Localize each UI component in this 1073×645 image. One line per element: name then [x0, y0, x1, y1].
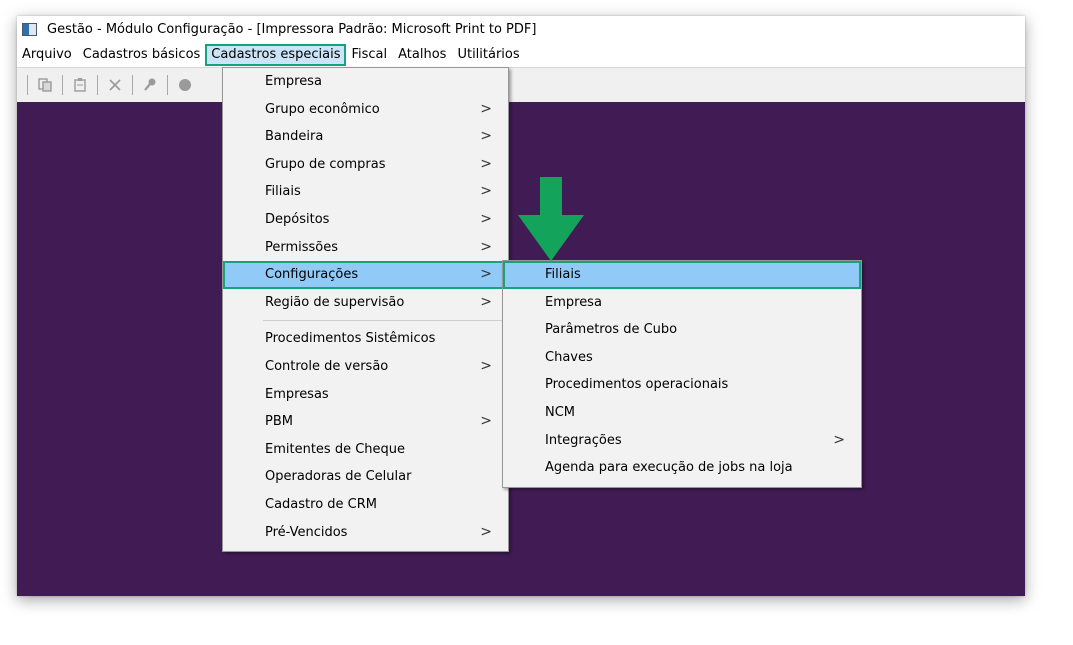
- menu-item-pre-vencidos[interactable]: Pré-Vencidos >: [223, 519, 508, 547]
- delete-icon[interactable]: [104, 74, 126, 96]
- chevron-right-icon: >: [480, 523, 492, 540]
- menu-bar: Arquivo Cadastros básicos Cadastros espe…: [17, 43, 1025, 67]
- menu-utilitarios[interactable]: Utilitários: [452, 45, 524, 65]
- toolbar-separator: [62, 75, 63, 95]
- menu-item-empresas[interactable]: Empresas: [223, 381, 508, 409]
- menu-arquivo[interactable]: Arquivo: [17, 45, 77, 65]
- menu-item-grupo-de-compras[interactable]: Grupo de compras >: [223, 151, 508, 179]
- toolbar-separator: [97, 75, 98, 95]
- chevron-right-icon: >: [480, 210, 492, 227]
- submenu-item-chaves[interactable]: Chaves: [503, 344, 861, 372]
- chevron-right-icon: >: [480, 357, 492, 374]
- menu-item-label: Permissões: [265, 239, 339, 255]
- menu-item-label: Cadastro de CRM: [265, 496, 377, 512]
- toolbar-separator: [132, 75, 133, 95]
- arrow-down-icon: [518, 177, 584, 261]
- chevron-right-icon: >: [480, 128, 492, 145]
- menu-item-label: NCM: [545, 404, 576, 420]
- menu-item-label: Operadoras de Celular: [265, 469, 412, 485]
- menu-item-bandeira[interactable]: Bandeira >: [223, 123, 508, 151]
- menu-item-depositos[interactable]: Depósitos >: [223, 206, 508, 234]
- menu-item-procedimentos-sistemicos[interactable]: Procedimentos Sistêmicos: [223, 325, 508, 353]
- menu-item-label: Controle de versão: [265, 358, 389, 374]
- title-bar[interactable]: Gestão - Módulo Configuração - [Impresso…: [17, 16, 1025, 43]
- app-icon: [22, 23, 37, 36]
- submenu-item-parametros-de-cubo[interactable]: Parâmetros de Cubo: [503, 316, 861, 344]
- menu-item-pbm[interactable]: PBM >: [223, 408, 508, 436]
- menu-item-label: Filiais: [265, 184, 301, 200]
- menu-item-label: Empresa: [265, 74, 322, 89]
- submenu-configuracoes: Filiais Empresa Parâmetros de Cubo Chave…: [502, 260, 862, 488]
- app-window: Gestão - Módulo Configuração - [Impresso…: [17, 16, 1025, 596]
- submenu-item-ncm[interactable]: NCM: [503, 399, 861, 427]
- submenu-item-empresa[interactable]: Empresa: [503, 289, 861, 317]
- menu-cadastros-basicos[interactable]: Cadastros básicos: [78, 45, 206, 65]
- menu-item-label: Procedimentos operacionais: [545, 377, 729, 393]
- menu-item-label: Emitentes de Cheque: [265, 441, 406, 457]
- menu-item-label: Parâmetros de Cubo: [545, 322, 678, 338]
- menu-item-label: Grupo econômico: [265, 101, 380, 117]
- chevron-right-icon: >: [480, 413, 492, 430]
- menu-item-label: Agenda para execução de jobs na loja: [545, 460, 793, 476]
- menu-item-cadastro-de-crm[interactable]: Cadastro de CRM: [223, 491, 508, 519]
- menu-item-empresa[interactable]: Empresa: [223, 68, 508, 96]
- menu-item-label: PBM: [265, 414, 293, 430]
- menu-item-label: Bandeira: [265, 129, 324, 145]
- menu-fiscal[interactable]: Fiscal: [346, 45, 392, 65]
- toolbar-separator: [167, 75, 168, 95]
- window-title: Gestão - Módulo Configuração - [Impresso…: [47, 22, 537, 37]
- submenu-item-filiais[interactable]: Filiais: [503, 261, 861, 289]
- menu-cadastros-especiais[interactable]: Cadastros especiais: [205, 44, 347, 66]
- chevron-right-icon: >: [833, 431, 845, 448]
- menu-item-configuracoes[interactable]: Configurações >: [223, 261, 508, 289]
- menu-item-label: Empresa: [545, 294, 602, 310]
- chevron-right-icon: >: [480, 266, 492, 283]
- chevron-right-icon: >: [480, 238, 492, 255]
- paste-icon[interactable]: [69, 74, 91, 96]
- menu-item-label: Depósitos: [265, 211, 330, 227]
- menu-item-regiao-de-supervisao[interactable]: Região de supervisão >: [223, 289, 508, 317]
- record-icon[interactable]: [174, 74, 196, 96]
- menu-item-controle-de-versao[interactable]: Controle de versão >: [223, 353, 508, 381]
- menu-item-grupo-economico[interactable]: Grupo econômico >: [223, 96, 508, 124]
- menu-item-operadoras-de-celular[interactable]: Operadoras de Celular: [223, 463, 508, 491]
- menu-item-label: Chaves: [545, 349, 593, 365]
- dropdown-cadastros-especiais: Empresa Grupo econômico > Bandeira > Grupo…: [222, 67, 509, 552]
- menu-item-label: Pré-Vencidos: [265, 524, 348, 540]
- menu-item-label: Integrações: [545, 432, 622, 448]
- menu-item-permissoes[interactable]: Permissões >: [223, 234, 508, 262]
- menu-item-label: Empresas: [265, 386, 329, 402]
- chevron-right-icon: >: [480, 100, 492, 117]
- menu-item-label: Configurações: [265, 267, 359, 283]
- menu-item-label: Procedimentos Sistêmicos: [265, 331, 436, 347]
- copy-icon[interactable]: [34, 74, 56, 96]
- chevron-right-icon: >: [480, 155, 492, 172]
- menu-item-label: Filiais: [545, 267, 581, 282]
- toolbar-separator: [27, 75, 28, 95]
- chevron-right-icon: >: [480, 183, 492, 200]
- chevron-right-icon: >: [480, 293, 492, 310]
- menu-item-emitentes-de-cheque[interactable]: Emitentes de Cheque: [223, 436, 508, 464]
- menu-separator: [263, 320, 506, 322]
- toolbar: [17, 67, 1025, 103]
- submenu-item-agenda-jobs-loja[interactable]: Agenda para execução de jobs na loja: [503, 454, 861, 482]
- menu-item-label: Grupo de compras: [265, 156, 386, 172]
- menu-item-filiais[interactable]: Filiais >: [223, 178, 508, 206]
- submenu-item-procedimentos-operacionais[interactable]: Procedimentos operacionais: [503, 371, 861, 399]
- key-icon[interactable]: [139, 74, 161, 96]
- submenu-item-integracoes[interactable]: Integrações >: [503, 427, 861, 455]
- menu-item-label: Região de supervisão: [265, 294, 405, 310]
- menu-atalhos[interactable]: Atalhos: [393, 45, 451, 65]
